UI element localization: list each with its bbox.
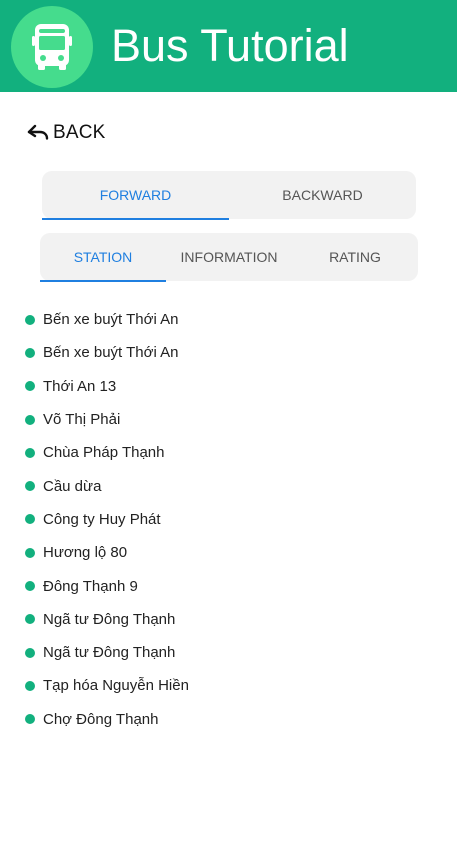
tab-backward[interactable]: BACKWARD <box>229 171 416 219</box>
section-tabs: STATION INFORMATION RATING <box>40 233 418 282</box>
list-item[interactable]: Bến xe buýt Thới An <box>25 303 445 336</box>
back-button[interactable]: BACK <box>27 120 106 146</box>
list-item[interactable]: Tạp hóa Nguyễn Hiền <box>25 669 445 702</box>
bullet-dot <box>25 314 35 325</box>
station-name: Công ty Huy Phát <box>43 510 161 528</box>
bullet-dot <box>25 381 35 392</box>
list-item[interactable]: Hương lộ 80 <box>25 536 445 569</box>
tab-information[interactable]: INFORMATION <box>166 233 292 281</box>
station-list: Bến xe buýt Thới An Bến xe buýt Thới An … <box>25 303 445 736</box>
station-name: Võ Thị Phải <box>43 411 121 429</box>
list-item[interactable]: Thới An 13 <box>25 370 445 403</box>
station-name: Ngã tư Đông Thạnh <box>43 644 176 662</box>
station-name: Hương lộ 80 <box>43 544 128 562</box>
station-name: Chợ Đông Thạnh <box>43 710 159 728</box>
list-item[interactable]: Chợ Đông Thạnh <box>25 703 445 736</box>
undo-arrow-icon <box>27 124 49 140</box>
station-name: Chùa Pháp Thạnh <box>43 444 165 462</box>
bullet-dot <box>25 514 35 525</box>
tab-station[interactable]: STATION <box>40 233 166 282</box>
bus-icon <box>32 24 72 70</box>
list-item[interactable]: Võ Thị Phải <box>25 403 445 436</box>
bullet-dot <box>25 581 35 592</box>
back-label: BACK <box>53 122 106 143</box>
station-name: Ngã tư Đông Thạnh <box>43 610 176 628</box>
bullet-dot <box>25 714 35 725</box>
station-name: Bến xe buýt Thới An <box>43 344 179 362</box>
app-logo <box>11 6 93 88</box>
bullet-dot <box>25 481 35 492</box>
list-item[interactable]: Cầu dừa <box>25 469 445 502</box>
tab-forward[interactable]: FORWARD <box>42 171 229 220</box>
station-name: Cầu dừa <box>43 477 102 495</box>
tab-rating[interactable]: RATING <box>292 233 418 281</box>
bullet-dot <box>25 614 35 625</box>
list-item[interactable]: Công ty Huy Phát <box>25 503 445 536</box>
station-name: Tạp hóa Nguyễn Hiền <box>43 677 189 695</box>
list-item[interactable]: Chùa Pháp Thạnh <box>25 436 445 469</box>
app-title: Bus Tutorial <box>111 20 349 71</box>
bullet-dot <box>25 647 35 658</box>
app-header: Bus Tutorial <box>0 0 457 92</box>
direction-tabs: FORWARD BACKWARD <box>42 171 416 220</box>
bullet-dot <box>25 414 35 425</box>
bullet-dot <box>25 547 35 558</box>
list-item[interactable]: Ngã tư Đông Thạnh <box>25 636 445 669</box>
list-item[interactable]: Bến xe buýt Thới An <box>25 336 445 369</box>
bullet-dot <box>25 447 35 458</box>
bullet-dot <box>25 680 35 691</box>
station-name: Đông Thạnh 9 <box>43 577 138 595</box>
bullet-dot <box>25 347 35 358</box>
station-name: Thới An 13 <box>43 377 117 395</box>
station-name: Bến xe buýt Thới An <box>43 311 179 329</box>
list-item[interactable]: Đông Thạnh 9 <box>25 569 445 602</box>
list-item[interactable]: Ngã tư Đông Thạnh <box>25 603 445 636</box>
